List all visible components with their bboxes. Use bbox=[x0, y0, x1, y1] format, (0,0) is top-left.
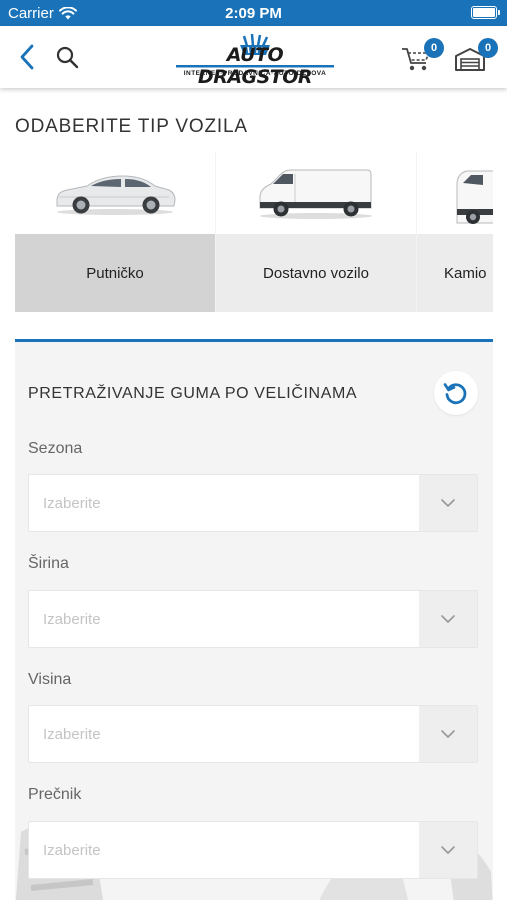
height-label: Visina bbox=[28, 671, 72, 688]
vehicle-label: Dostavno vozilo bbox=[216, 234, 416, 312]
vehicle-image-container bbox=[417, 152, 493, 234]
chevron-down-icon bbox=[441, 846, 455, 854]
cart-button[interactable]: 0 bbox=[400, 38, 444, 74]
refresh-icon bbox=[443, 383, 467, 405]
tire-search-panel: PRETRAŽIVANJE GUMA PO VELIČINAMA Sezona … bbox=[15, 339, 493, 900]
width-dropdown-toggle[interactable] bbox=[419, 591, 477, 647]
season-placeholder: Izaberite bbox=[43, 495, 101, 512]
status-bar: Carrier 2:09 PM bbox=[0, 0, 507, 26]
vehicle-card-passenger[interactable]: Putničko bbox=[15, 152, 215, 312]
season-dropdown-toggle[interactable] bbox=[419, 475, 477, 531]
chevron-left-icon bbox=[20, 44, 34, 70]
height-dropdown-toggle[interactable] bbox=[419, 706, 477, 762]
search-button[interactable] bbox=[50, 40, 84, 74]
height-select[interactable]: Izaberite bbox=[28, 705, 478, 763]
chevron-down-icon bbox=[441, 730, 455, 738]
width-label: Širina bbox=[28, 555, 69, 572]
diameter-label: Prečnik bbox=[28, 786, 82, 803]
vehicle-image-container bbox=[216, 152, 416, 234]
chevron-down-icon bbox=[441, 499, 455, 507]
app-header: AUTO DRAGSTOR INTERNET·PRODAVNICA·AUTO·D… bbox=[0, 26, 507, 88]
vehicle-label: Kamio bbox=[417, 234, 493, 312]
vehicle-type-title: ODABERITE TIP VOZILA bbox=[15, 116, 248, 137]
back-button[interactable] bbox=[12, 40, 42, 74]
battery-icon bbox=[471, 6, 500, 19]
truck-image bbox=[456, 170, 493, 224]
vehicle-type-carousel[interactable]: Putničko Dostavno vozilo Kamio bbox=[15, 152, 493, 312]
diameter-dropdown-toggle[interactable] bbox=[419, 822, 477, 878]
season-label: Sezona bbox=[28, 440, 83, 457]
garage-button[interactable]: 0 bbox=[454, 38, 498, 74]
delivery-van-image bbox=[259, 169, 372, 219]
logo-underline bbox=[176, 65, 334, 68]
cart-count-badge: 0 bbox=[424, 38, 444, 58]
garage-count-badge: 0 bbox=[478, 38, 498, 58]
reset-button[interactable] bbox=[434, 371, 478, 415]
height-placeholder: Izaberite bbox=[43, 726, 101, 743]
chevron-down-icon bbox=[441, 615, 455, 623]
vehicle-image-container bbox=[15, 152, 215, 234]
diameter-select[interactable]: Izaberite bbox=[28, 821, 478, 879]
diameter-placeholder: Izaberite bbox=[43, 842, 101, 859]
vehicle-label: Putničko bbox=[15, 234, 215, 312]
logo-tagline: INTERNET·PRODAVNICA·AUTO·DELOVA bbox=[183, 70, 327, 77]
vehicle-card-truck[interactable]: Kamio bbox=[417, 152, 493, 312]
vehicle-card-van[interactable]: Dostavno vozilo bbox=[216, 152, 416, 312]
width-select[interactable]: Izaberite bbox=[28, 590, 478, 648]
sedan-car-image bbox=[56, 175, 176, 215]
auto-dragstor-logo[interactable]: AUTO DRAGSTOR INTERNET·PRODAVNICA·AUTO·D… bbox=[172, 32, 338, 88]
width-placeholder: Izaberite bbox=[43, 611, 101, 628]
season-select[interactable]: Izaberite bbox=[28, 474, 478, 532]
status-time: 2:09 PM bbox=[225, 5, 282, 22]
search-icon bbox=[56, 46, 79, 69]
tire-search-title: PRETRAŽIVANJE GUMA PO VELIČINAMA bbox=[28, 385, 358, 402]
